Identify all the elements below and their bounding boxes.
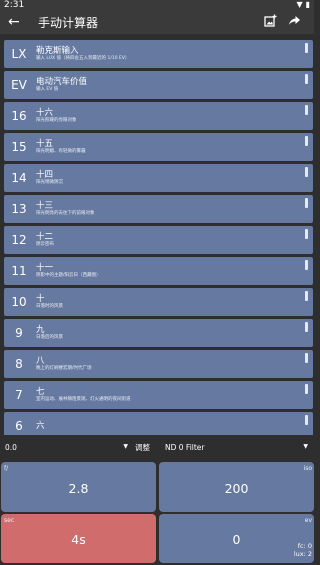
ev-value: 14 <box>11 171 27 185</box>
ev-value: 16 <box>11 109 27 123</box>
dropdown-arrow-icon: ▼ <box>303 443 308 450</box>
item-description: 阴云密布 <box>36 242 54 247</box>
list-item[interactable]: 8 八晚上的灯刷楼宏期/时代广场 <box>4 350 313 378</box>
adjust-label: 调整 <box>135 443 150 452</box>
filter-value: ND 0 Filter <box>165 443 205 452</box>
iso-label: iso <box>303 465 312 472</box>
aperture-value: 2.8 <box>68 481 89 496</box>
item-description: 日落时的风景 <box>36 304 63 309</box>
ev-value: EV <box>11 78 27 92</box>
list-item[interactable]: 11 十一 阴影中的主题/阳云日（西藏图） <box>4 257 313 285</box>
wifi-icon: ▼ <box>296 0 303 9</box>
lux-readout: lux: 2 <box>293 550 312 558</box>
item-title: 十五 <box>36 139 54 149</box>
item-description: 室内运动、展林镇阻景观、灯火通明的夜间街道 <box>36 397 131 402</box>
item-title: 十二 <box>36 232 54 242</box>
status-bar: 2:31 ▼ ▮ <box>0 0 314 10</box>
item-description: 阳光照耀的亮眼对象 <box>36 118 77 123</box>
fc-readout: fc: 0 <box>297 542 312 550</box>
ev-value: 13 <box>11 202 27 216</box>
indicator <box>305 291 308 301</box>
ev-panel[interactable]: ev 0 fc: 0 lux: 2 <box>159 514 314 563</box>
exposure-panels: f/ 2.8 iso 200 sec 4s ev 0 fc: 0 lux: 2 <box>0 460 314 565</box>
indicator <box>305 353 308 363</box>
item-title: 九 <box>36 325 45 335</box>
ev-label: ev <box>304 517 312 524</box>
item-title: 电动汽车价值 <box>36 77 88 87</box>
indicator <box>305 322 308 332</box>
list-item[interactable]: EV 电动汽车价值 输入 EV 值 <box>4 71 313 99</box>
compensation-dropdown[interactable]: 0.0 ▼ <box>0 443 130 452</box>
item-description: 阴影中的主题/阳云日（西藏图） <box>36 273 101 278</box>
list-item[interactable]: 16 十六 阳光照耀的亮眼对象 <box>4 102 313 130</box>
ev-value: 15 <box>11 140 27 154</box>
ev-value: 11 <box>11 264 27 278</box>
indicator <box>305 167 308 177</box>
indicator <box>305 136 308 146</box>
list-item[interactable]: 10 十日落时的风景 <box>4 288 313 316</box>
ev-value: 10 <box>11 295 27 309</box>
item-title: 十三 <box>36 201 54 211</box>
aperture-label: f/ <box>4 465 9 472</box>
page-title: 手动计算器 <box>38 15 99 30</box>
list-item[interactable]: 9 九日落后的风景 <box>4 319 313 347</box>
list-item[interactable]: 7 七室内运动、展林镇阻景观、灯火通明的夜间街道 <box>4 381 313 409</box>
share-icon[interactable] <box>282 14 306 31</box>
item-title: 八 <box>36 356 45 366</box>
iso-value: 200 <box>224 481 249 496</box>
indicator <box>305 415 308 425</box>
item-description: 阳光明亮的去往下的前眼对象 <box>36 211 95 216</box>
item-title: 十六 <box>36 108 54 118</box>
list-item[interactable]: LX 勒克斯输入 输入 LUX 值（将四舍五入到最近的 1/10 EV） <box>4 40 313 68</box>
ev-value: 6 <box>15 419 23 433</box>
app-bar: ← 手动计算器 <box>0 10 314 34</box>
aperture-panel[interactable]: f/ 2.8 <box>1 462 156 512</box>
indicator <box>305 260 308 270</box>
indicator <box>305 198 308 208</box>
item-title: 十四 <box>36 170 54 180</box>
indicator <box>305 43 308 53</box>
dropdown-arrow-icon: ▼ <box>123 443 128 450</box>
controls-bar: 0.0 ▼ 调整 ND 0 Filter ▼ <box>0 435 314 460</box>
item-description: 阳光明媚、有轻微的雾霾 <box>36 149 86 154</box>
shutter-label: sec <box>4 517 15 524</box>
status-icons: ▼ ▮ <box>296 0 310 10</box>
ev-value: 7 <box>15 388 23 402</box>
ev-value: 12 <box>11 233 27 247</box>
ev-result-value: 0 <box>232 532 241 547</box>
item-title: 勒克斯输入 <box>36 46 79 56</box>
status-time: 2:31 <box>4 0 25 10</box>
shutter-value: 4s <box>71 532 86 547</box>
indicator <box>305 229 308 239</box>
list-item[interactable]: 12 十二 阴云密布 <box>4 226 313 254</box>
battery-icon: ▮ <box>305 0 310 9</box>
item-description: 输入 LUX 值（将四舍五入到最近的 1/10 EV） <box>36 56 130 61</box>
list-item[interactable]: 13 十三 阳光明亮的去往下的前眼对象 <box>4 195 313 223</box>
list-item[interactable]: 14 十四 阳光稍微阴沉 <box>4 164 313 192</box>
item-description: 输入 EV 值 <box>36 87 59 92</box>
item-description: 日落后的风景 <box>36 335 63 340</box>
ev-value: 9 <box>15 326 23 340</box>
item-title: 七 <box>36 387 45 397</box>
item-title: 六 <box>36 421 45 431</box>
item-title: 十 <box>36 294 45 304</box>
list-item[interactable]: 15 十五 阳光明媚、有轻微的雾霾 <box>4 133 313 161</box>
back-arrow-icon[interactable]: ← <box>8 14 28 30</box>
list-item[interactable]: 6 六 <box>4 412 313 435</box>
filter-dropdown[interactable]: ND 0 Filter ▼ <box>165 443 314 452</box>
indicator <box>305 74 308 84</box>
iso-panel[interactable]: iso 200 <box>159 462 314 512</box>
item-title: 十一 <box>36 263 54 273</box>
indicator <box>305 384 308 394</box>
add-image-icon[interactable] <box>258 14 282 31</box>
ev-value: 8 <box>15 357 23 371</box>
ev-list[interactable]: LX 勒克斯输入 输入 LUX 值（将四舍五入到最近的 1/10 EV） EV 电… <box>0 38 314 435</box>
item-description: 阳光稍微阴沉 <box>36 180 63 185</box>
ev-value: LX <box>11 47 27 61</box>
indicator <box>305 105 308 115</box>
compensation-value: 0.0 <box>5 443 17 452</box>
shutter-panel[interactable]: sec 4s <box>1 514 156 563</box>
item-description: 晚上的灯刷楼宏期/时代广场 <box>36 366 92 371</box>
